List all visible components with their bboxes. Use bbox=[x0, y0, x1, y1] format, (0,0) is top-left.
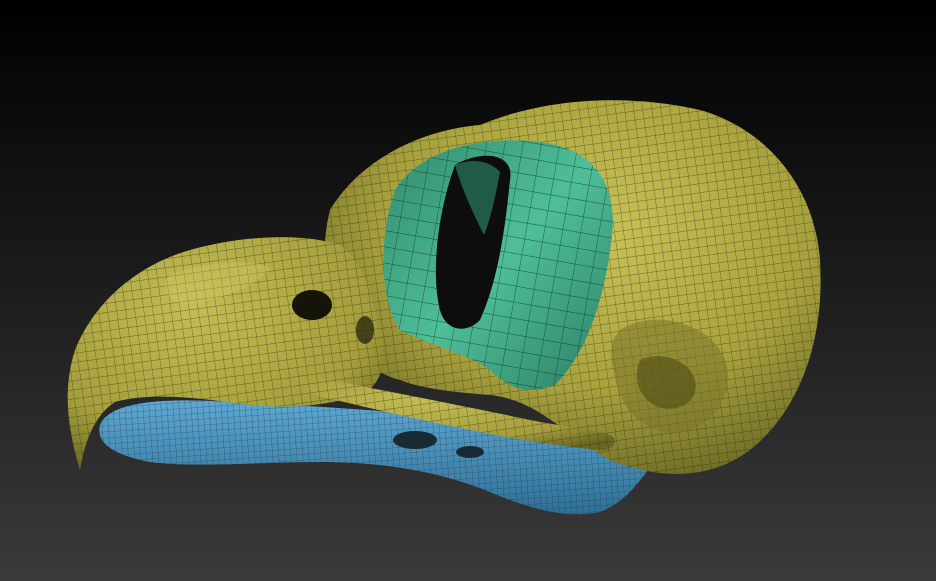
skull-render bbox=[0, 0, 936, 581]
nostril-opening bbox=[292, 290, 332, 320]
3d-viewport[interactable] bbox=[0, 0, 936, 581]
